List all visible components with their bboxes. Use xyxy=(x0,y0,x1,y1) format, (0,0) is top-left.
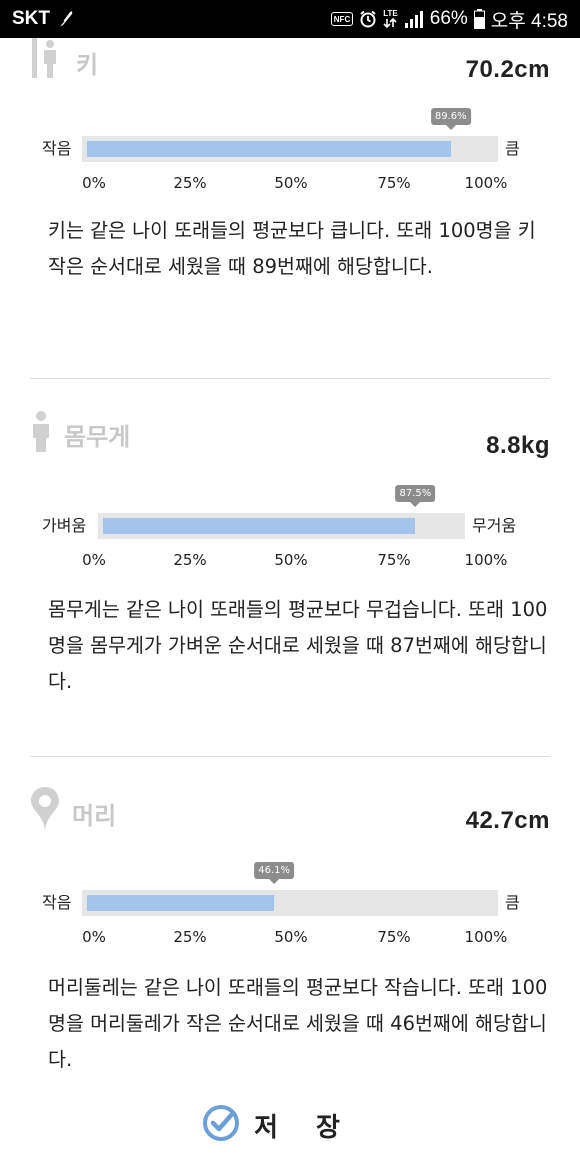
tick-label: 50% xyxy=(274,928,308,946)
height-label-group: 키 xyxy=(30,38,98,86)
alarm-icon xyxy=(359,10,377,28)
tick-label: 75% xyxy=(377,551,411,569)
head-label: 머리 xyxy=(72,801,117,830)
weight-label-group: 몸무게 xyxy=(30,410,130,458)
height-bar: 작음 89.6% 큼 xyxy=(30,108,550,162)
battery-icon xyxy=(473,9,485,29)
bar-track: 46.1% xyxy=(82,862,498,916)
bar-fill xyxy=(103,518,416,534)
head-value: 42.7cm xyxy=(465,807,550,834)
bar-track: 89.6% xyxy=(82,108,498,162)
tick-label: 25% xyxy=(173,928,207,946)
person-icon xyxy=(30,410,52,458)
battery-percent: 66% xyxy=(429,8,468,29)
height-label: 키 xyxy=(76,50,99,79)
check-circle-icon xyxy=(202,1104,240,1146)
person-height-icon xyxy=(30,38,64,86)
bar-left-label: 작음 xyxy=(42,139,72,158)
weight-label: 몸무게 xyxy=(64,422,131,451)
divider xyxy=(30,756,550,757)
height-value: 70.2cm xyxy=(465,56,550,83)
bar-track: 87.5% xyxy=(98,485,465,539)
height-section: 키 70.2cm 작음 89.6% 큼 0% 25% 50% 75% 100% … xyxy=(30,38,550,338)
tick-label: 100% xyxy=(464,174,508,192)
tick-label: 0% xyxy=(82,928,106,946)
tick-label: 75% xyxy=(377,174,411,192)
tick-label: 100% xyxy=(464,928,508,946)
nfc-icon: NFC xyxy=(330,12,354,26)
tick-label: 0% xyxy=(82,174,106,192)
weight-value: 8.8kg xyxy=(486,432,550,459)
save-button[interactable]: 저장 xyxy=(0,1100,580,1150)
percent-bubble: 87.5% xyxy=(395,485,436,507)
height-description: 키는 같은 나이 또래들의 평균보다 큽니다. 또래 100명을 키 작은 순서… xyxy=(48,219,536,278)
bar-right-label: 큼 xyxy=(505,139,520,158)
tick-label: 100% xyxy=(464,551,508,569)
location-pin-icon xyxy=(30,785,60,841)
tick-label: 25% xyxy=(173,551,207,569)
signal-icon xyxy=(404,10,424,28)
scale-ticks: 0% 25% 50% 75% 100% xyxy=(30,551,550,571)
clock-time: 오후 4:58 xyxy=(490,10,568,32)
weight-bar: 가벼움 87.5% 무거움 xyxy=(30,485,550,539)
tick-label: 0% xyxy=(82,551,106,569)
bar-fill xyxy=(87,895,275,911)
bar-right-label: 큼 xyxy=(505,893,520,912)
feather-icon xyxy=(56,9,74,29)
scale-ticks: 0% 25% 50% 75% 100% xyxy=(30,928,550,948)
bar-left-label: 작음 xyxy=(42,893,72,912)
percent-bubble: 89.6% xyxy=(430,108,471,130)
tick-label: 75% xyxy=(377,928,411,946)
status-bar: SKT NFC LTE 66% 오후 4:58 xyxy=(0,0,580,38)
carrier-name: SKT xyxy=(12,8,50,29)
weight-description: 몸무게는 같은 나이 또래들의 평균보다 무겁습니다. 또래 100명을 몸무게… xyxy=(48,598,548,693)
tick-label: 25% xyxy=(173,174,207,192)
divider xyxy=(30,378,550,379)
percent-bubble: 46.1% xyxy=(254,862,295,884)
head-section: 머리 42.7cm 작음 46.1% 큼 0% 25% 50% 75% 100%… xyxy=(30,785,550,1085)
bar-left-label: 가벼움 xyxy=(42,516,87,535)
bar-right-label: 무거움 xyxy=(472,516,517,535)
head-description: 머리둘레는 같은 나이 또래들의 평균보다 작습니다. 또래 100명을 머리둘… xyxy=(48,976,548,1071)
head-bar: 작음 46.1% 큼 xyxy=(30,862,550,916)
lte-icon: LTE xyxy=(383,10,398,28)
weight-section: 몸무게 8.8kg 가벼움 87.5% 무거움 0% 25% 50% 75% 1… xyxy=(30,410,550,710)
tick-label: 50% xyxy=(274,551,308,569)
save-label: 저장 xyxy=(254,1112,378,1143)
scale-ticks: 0% 25% 50% 75% 100% xyxy=(30,174,550,194)
bar-fill xyxy=(87,141,451,157)
head-label-group: 머리 xyxy=(30,785,116,841)
tick-label: 50% xyxy=(274,174,308,192)
